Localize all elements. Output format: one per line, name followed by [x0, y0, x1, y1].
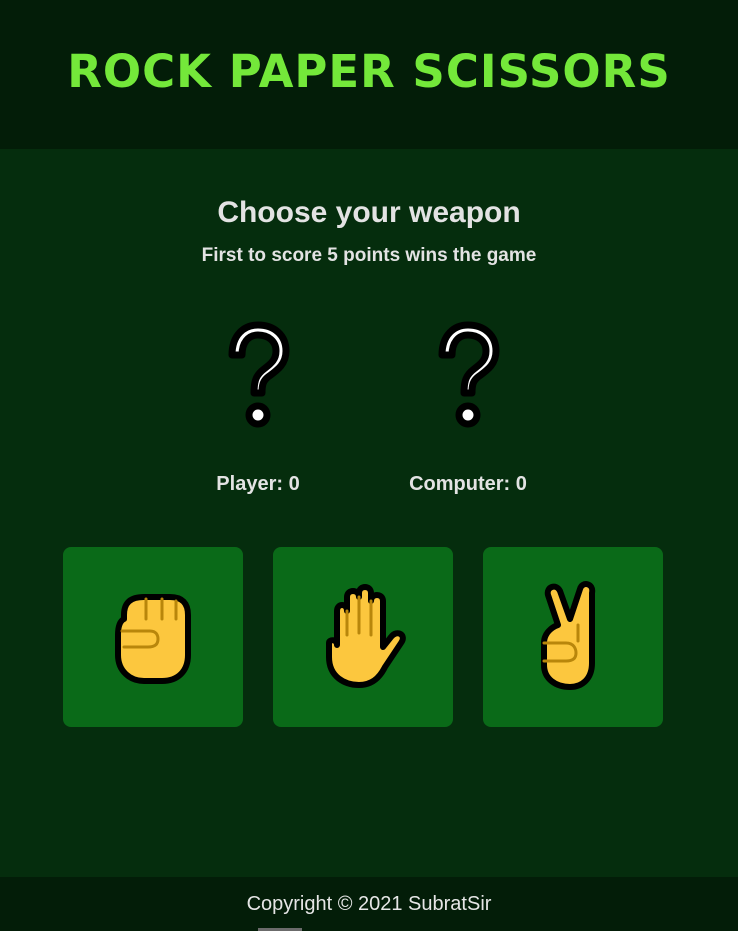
computer-choice-question-mark-icon — [438, 321, 500, 428]
player-score: Player: 0 — [216, 473, 300, 495]
rock-button[interactable] — [63, 547, 243, 727]
raised-hand-icon — [326, 584, 406, 688]
main-panel: Choose your weapon First to score 5 poin… — [0, 149, 738, 877]
header: ROCK PAPER SCISSORS — [0, 0, 738, 149]
game-title: ROCK PAPER SCISSORS — [67, 45, 671, 98]
raised-fist-icon — [115, 594, 191, 684]
victory-hand-icon — [541, 581, 596, 690]
choose-weapon-heading: Choose your weapon — [217, 196, 521, 229]
computer-score: Computer: 0 — [409, 473, 527, 495]
scissors-button[interactable] — [483, 547, 663, 727]
copyright-text: Copyright © 2021 SubratSir — [246, 892, 492, 915]
rules-subtitle: First to score 5 points wins the game — [201, 245, 537, 266]
player-choice-question-mark-icon — [228, 321, 290, 428]
paper-button[interactable] — [273, 547, 453, 727]
footer: Copyright © 2021 SubratSir — [0, 877, 738, 931]
